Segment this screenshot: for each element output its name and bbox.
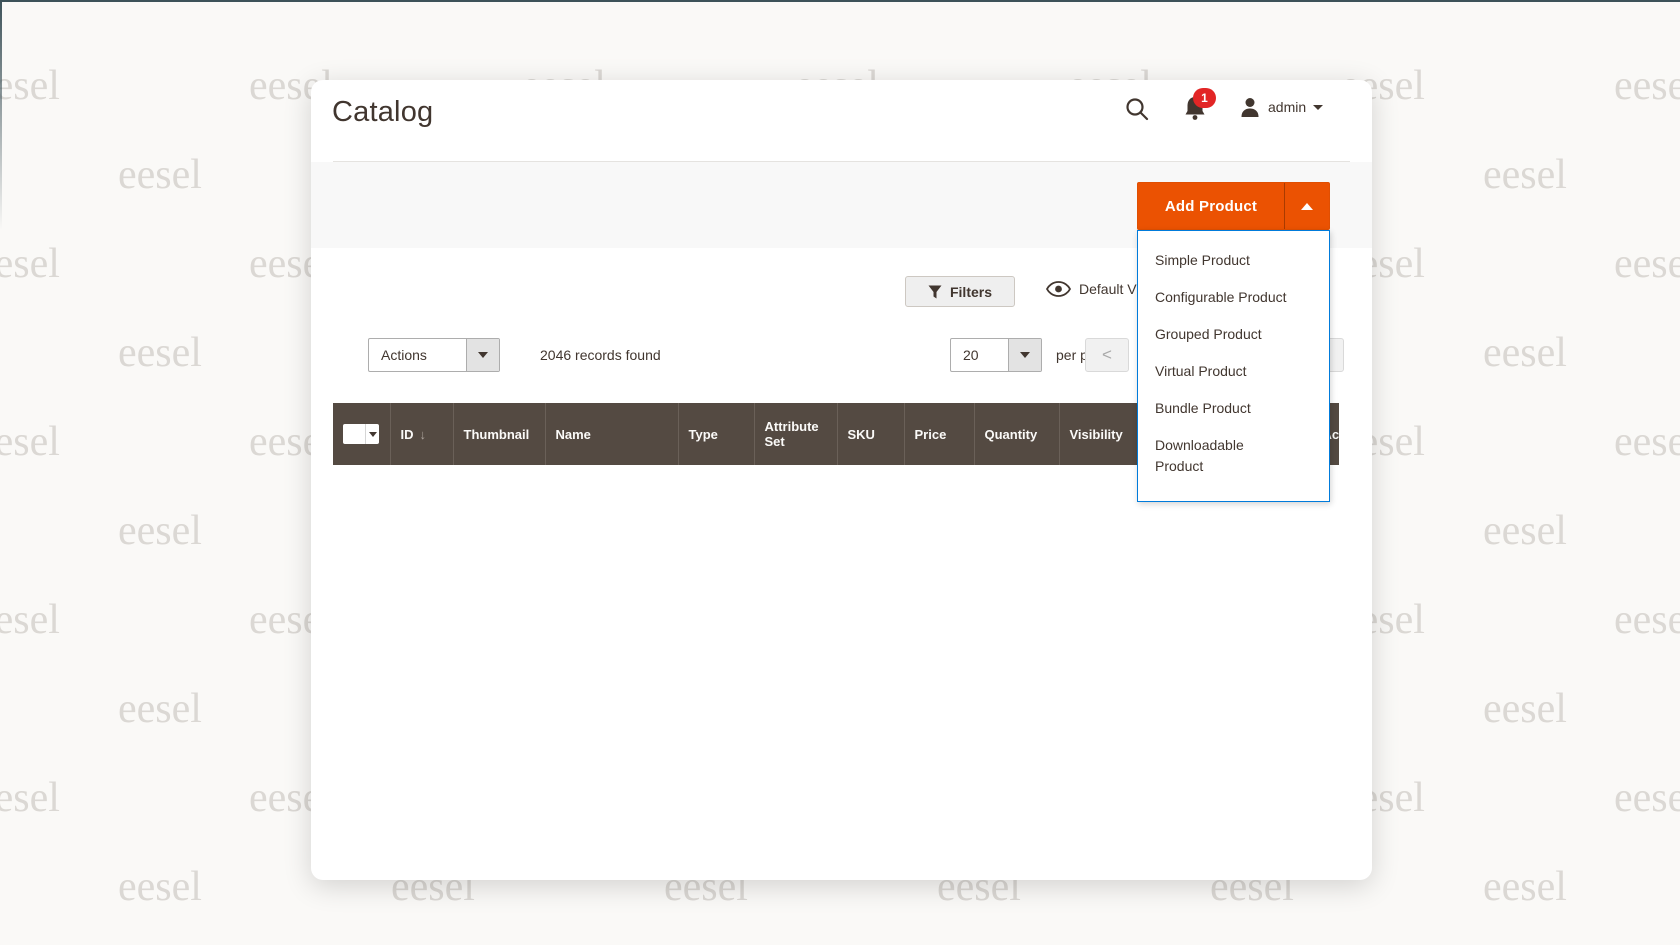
column-header-name[interactable]: Name	[545, 403, 678, 465]
admin-username: admin	[1268, 99, 1306, 115]
menu-item-grouped-product[interactable]: Grouped Product	[1138, 316, 1329, 353]
catalog-panel: Catalog 1 admin Add Product Filter	[311, 80, 1372, 880]
filters-label: Filters	[950, 284, 992, 300]
add-product-label[interactable]: Add Product	[1138, 183, 1284, 229]
select-all-caret[interactable]	[365, 424, 379, 444]
watermark-text: eesel	[1614, 240, 1680, 288]
notifications-button[interactable]: 1	[1179, 94, 1211, 124]
window-top-edge	[0, 0, 1680, 2]
watermark-text: eesel	[1483, 329, 1567, 377]
previous-page-button[interactable]: <	[1085, 338, 1129, 372]
watermark-text: eesel	[1483, 685, 1567, 733]
filters-button[interactable]: Filters	[905, 276, 1015, 307]
menu-item-bundle-product[interactable]: Bundle Product	[1138, 390, 1329, 427]
watermark-text: eesel	[1483, 507, 1567, 555]
watermark-text: eesel	[118, 151, 202, 199]
watermark-text: eesel	[0, 62, 60, 110]
add-product-split-button[interactable]: Add Product	[1137, 182, 1330, 230]
watermark-text: eesel	[118, 863, 202, 911]
user-icon	[1239, 96, 1261, 118]
actions-select-value: Actions	[369, 339, 466, 371]
admin-user-menu[interactable]: admin	[1239, 96, 1323, 118]
per-page-caret[interactable]	[1008, 339, 1041, 371]
search-icon	[1124, 96, 1150, 122]
menu-item-simple-product[interactable]: Simple Product	[1138, 242, 1329, 279]
sort-descending-icon: ↓	[420, 427, 427, 442]
column-header-price[interactable]: Price	[904, 403, 974, 465]
column-header-sku[interactable]: SKU	[837, 403, 904, 465]
watermark-text: eesel	[0, 240, 60, 288]
watermark-text: eesel	[0, 596, 60, 644]
watermark-text: eesel	[118, 507, 202, 555]
watermark-text: eesel	[118, 685, 202, 733]
chevron-down-icon	[1020, 352, 1030, 358]
watermark-text: eesel	[1614, 418, 1680, 466]
chevron-down-icon	[478, 352, 488, 358]
watermark-text: eesel	[1483, 151, 1567, 199]
watermark-text: eesel	[0, 774, 60, 822]
chevron-down-icon	[1313, 105, 1323, 110]
column-header-quantity[interactable]: Quantity	[974, 403, 1059, 465]
actions-select[interactable]: Actions	[368, 338, 500, 372]
per-page-value: 20	[951, 339, 1008, 371]
records-count-text: 2046 records found	[540, 347, 661, 363]
watermark-text: eesel	[0, 418, 60, 466]
actions-select-caret[interactable]	[466, 339, 499, 371]
menu-item-virtual-product[interactable]: Virtual Product	[1138, 353, 1329, 390]
notification-badge[interactable]: 1	[1193, 88, 1216, 108]
select-all-control[interactable]	[343, 424, 379, 444]
column-header-thumbnail[interactable]: Thumbnail	[453, 403, 545, 465]
eye-icon	[1046, 281, 1071, 297]
column-header-type[interactable]: Type	[678, 403, 754, 465]
column-header-visibility[interactable]: Visibility	[1059, 403, 1139, 465]
watermark-text: eesel	[118, 329, 202, 377]
page-title: Catalog	[332, 96, 433, 129]
window-left-edge	[0, 0, 2, 230]
menu-item-downloadable-product[interactable]: Downloadable Product	[1138, 427, 1329, 485]
watermark-text: eesel	[1483, 863, 1567, 911]
add-product-toggle[interactable]	[1284, 183, 1329, 229]
select-all-header[interactable]	[333, 403, 390, 465]
chevron-up-icon	[1301, 203, 1313, 210]
menu-item-configurable-product[interactable]: Configurable Product	[1138, 279, 1329, 316]
per-page-select[interactable]: 20	[950, 338, 1042, 372]
add-product-dropdown-menu: Simple ProductConfigurable ProductGroupe…	[1137, 230, 1330, 502]
watermark-text: eesel	[1614, 596, 1680, 644]
search-button[interactable]	[1123, 96, 1151, 124]
column-header-id[interactable]: ID↓	[390, 403, 453, 465]
column-header-attribute-set[interactable]: Attribute Set	[754, 403, 837, 465]
filter-funnel-icon	[928, 285, 942, 299]
watermark-text: eesel	[1614, 62, 1680, 110]
chevron-down-icon	[369, 432, 377, 437]
watermark-text: eesel	[1614, 774, 1680, 822]
